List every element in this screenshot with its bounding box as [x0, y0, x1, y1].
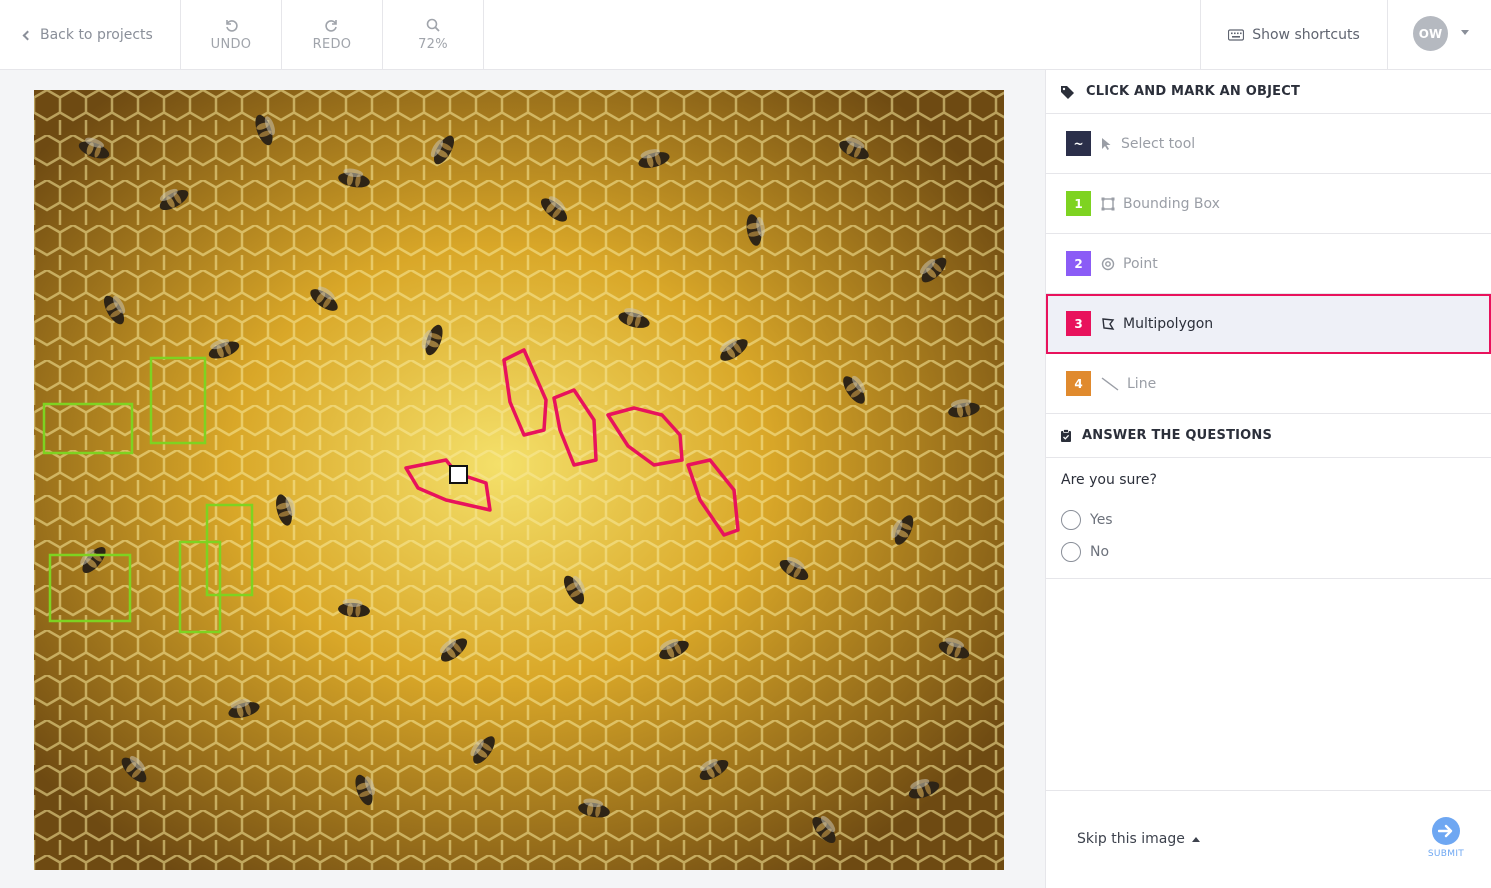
radio-button[interactable] — [1061, 542, 1081, 562]
undo-label: UNDO — [210, 37, 252, 52]
back-label: Back to projects — [40, 26, 153, 43]
keyboard-icon — [1228, 28, 1245, 41]
tool-line[interactable]: 4 Line — [1046, 354, 1491, 414]
annotation-workspace — [0, 70, 1045, 888]
search-icon — [426, 18, 440, 32]
undo-icon — [226, 20, 238, 32]
tool-key-badge: 2 — [1066, 251, 1091, 276]
tag-icon — [1061, 85, 1074, 99]
objects-heading: CLICK AND MARK AN OBJECT — [1086, 84, 1301, 99]
radio-button[interactable] — [1061, 510, 1081, 530]
bounding-box-icon — [1101, 197, 1115, 211]
objects-section-header: CLICK AND MARK AN OBJECT — [1046, 70, 1491, 114]
tool-key-badge: 3 — [1066, 311, 1091, 336]
tool-key-badge: 1 — [1066, 191, 1091, 216]
honeycomb-image[interactable] — [34, 90, 1004, 870]
tool-select[interactable]: ~ Select tool — [1046, 114, 1491, 174]
option-label: Yes — [1090, 512, 1113, 528]
redo-icon — [325, 20, 337, 32]
panel-footer: Skip this image SUBMIT — [1046, 790, 1491, 888]
undo-button[interactable]: UNDO — [181, 0, 282, 69]
submit-button[interactable]: SUBMIT — [1426, 817, 1466, 859]
chevron-left-icon — [22, 30, 33, 40]
zoom-level: 72% — [418, 37, 448, 52]
top-toolbar: Back to projects UNDO REDO 72% Show shor… — [0, 0, 1491, 70]
question-text: Are you sure? — [1061, 472, 1157, 488]
tool-key-badge: 4 — [1066, 371, 1091, 396]
tool-label: Point — [1123, 255, 1158, 272]
tool-bounding-box[interactable]: 1 Bounding Box — [1046, 174, 1491, 234]
polygon-icon — [1101, 317, 1115, 331]
tool-multipolygon[interactable]: 3 Multipolygon — [1046, 294, 1491, 354]
clipboard-check-icon — [1061, 428, 1071, 442]
arrow-right-icon — [1432, 817, 1460, 845]
tool-label: Multipolygon — [1123, 315, 1214, 332]
user-avatar[interactable]: OW — [1413, 16, 1448, 51]
image-canvas[interactable] — [34, 90, 1004, 870]
show-shortcuts-button[interactable]: Show shortcuts — [1200, 0, 1388, 69]
skip-image-button[interactable]: Skip this image — [1077, 831, 1200, 847]
option-no[interactable]: No — [1061, 536, 1476, 568]
tool-key-badge: ~ — [1066, 131, 1091, 156]
polygon-vertex-handle[interactable] — [449, 465, 468, 484]
shortcuts-label: Show shortcuts — [1252, 26, 1360, 43]
tools-panel: CLICK AND MARK AN OBJECT ~ Select tool 1… — [1045, 70, 1491, 888]
submit-label: SUBMIT — [1427, 849, 1465, 859]
zoom-button[interactable]: 72% — [383, 0, 484, 69]
cursor-icon — [1101, 137, 1113, 151]
tool-label: Select tool — [1121, 135, 1196, 152]
question-block: Are you sure? Yes No — [1046, 458, 1491, 579]
redo-label: REDO — [312, 37, 352, 52]
tool-label: Line — [1127, 375, 1157, 392]
point-icon — [1101, 257, 1115, 271]
line-icon — [1101, 376, 1119, 391]
back-to-projects-link[interactable]: Back to projects — [0, 0, 181, 69]
option-label: No — [1090, 544, 1110, 560]
tool-point[interactable]: 2 Point — [1046, 234, 1491, 294]
redo-button[interactable]: REDO — [282, 0, 383, 69]
tool-label: Bounding Box — [1123, 195, 1220, 212]
questions-section-header: ANSWER THE QUESTIONS — [1046, 414, 1491, 458]
option-yes[interactable]: Yes — [1061, 504, 1476, 536]
caret-up-icon — [1191, 836, 1200, 842]
questions-heading: ANSWER THE QUESTIONS — [1082, 428, 1273, 443]
skip-label: Skip this image — [1077, 831, 1185, 847]
chevron-down-icon[interactable] — [1461, 30, 1469, 35]
